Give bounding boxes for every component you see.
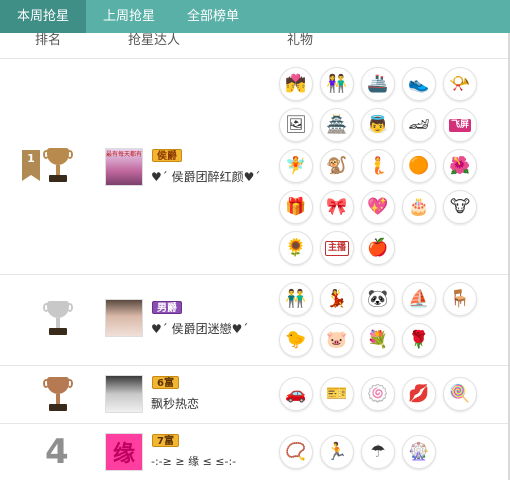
rank-ribbon: 1: [22, 150, 40, 181]
lips-gift-icon[interactable]: 💋: [402, 377, 436, 411]
sports-car-gift-icon[interactable]: 🚗: [279, 377, 313, 411]
ticket-gift-icon[interactable]: 🎫: [320, 377, 354, 411]
avatar-caption: 最有每天都有: [106, 151, 143, 158]
mermaid-gift-icon[interactable]: 🧜: [361, 149, 395, 183]
tab-this-week[interactable]: 本周抢星: [0, 0, 86, 33]
red-chair-gift-icon[interactable]: 🪑: [443, 282, 477, 316]
photo-frame-gift-icon[interactable]: 🖼: [279, 108, 313, 142]
ranking-row: 1 最有每天都有 侯爵 ♥ˊ 侯爵团醉红颜♥ˊ 💏 👫 🚢 👟 📯 🖼 🏯 👼 …: [0, 60, 510, 275]
couple-gift-3-icon[interactable]: 👬: [279, 282, 313, 316]
rose-bunch-gift-icon[interactable]: 💐: [361, 323, 395, 357]
angel-gift-icon[interactable]: 👼: [361, 108, 395, 142]
pavilion-gift-icon[interactable]: 🏯: [320, 108, 354, 142]
sunflower-gift-icon[interactable]: 🌻: [279, 231, 313, 265]
heart-gift-icon[interactable]: 💖: [361, 190, 395, 224]
apple-gift-icon[interactable]: 🍎: [361, 231, 395, 265]
purple-box-gift-icon[interactable]: 🎁: [279, 190, 313, 224]
avatar[interactable]: 缘: [105, 433, 143, 471]
umbrella-gift-icon[interactable]: ☂: [361, 435, 395, 469]
avatar-caption: 缘: [112, 442, 135, 467]
tab-all-rankings[interactable]: 全部榜单: [176, 0, 250, 33]
pig-gift-icon[interactable]: 🐷: [320, 323, 354, 357]
avatar[interactable]: 最有每天都有: [105, 148, 143, 186]
rank-number: 4: [45, 432, 69, 472]
red-rose-gift-icon[interactable]: 🌺: [443, 149, 477, 183]
panda-gift-icon[interactable]: 🐼: [361, 282, 395, 316]
duck-gift-icon[interactable]: 🐤: [279, 323, 313, 357]
cotton-candy-gift-icon[interactable]: 🍥: [361, 377, 395, 411]
cow-doll-gift-icon[interactable]: 🐮: [443, 190, 477, 224]
ranking-tab-bar: 本周抢星 上周抢星 全部榜单: [0, 0, 510, 33]
avatar[interactable]: [105, 299, 143, 337]
orange-ball-gift-icon[interactable]: 🟠: [402, 149, 436, 183]
necklace-gift-icon[interactable]: 📿: [279, 435, 313, 469]
gold-trophy-icon: [43, 148, 73, 184]
horn-gift-icon[interactable]: 📯: [443, 67, 477, 101]
runner-gift-icon[interactable]: 🏃: [320, 435, 354, 469]
avatar[interactable]: [105, 375, 143, 413]
lollipop-gift-icon[interactable]: 🍭: [443, 377, 477, 411]
level-badge: 7富: [152, 434, 179, 447]
username[interactable]: ♥ˊ 侯爵团醉红颜♥ˊ: [151, 168, 260, 185]
level-badge: 侯爵: [152, 149, 182, 162]
signboard-gift-icon[interactable]: 主播: [320, 231, 354, 265]
dancer-gift-icon[interactable]: 💃: [320, 282, 354, 316]
race-car-gift-icon[interactable]: 🏎: [402, 108, 436, 142]
fly-screen-gift-icon[interactable]: 飞屏: [443, 108, 477, 142]
couple-gift-icon[interactable]: 💏: [279, 67, 313, 101]
gifts-column-header: 礼物: [287, 33, 314, 48]
cake-gift-icon[interactable]: 🎂: [402, 190, 436, 224]
boat-gift-icon[interactable]: ⛵: [402, 282, 436, 316]
bronze-trophy-icon: [43, 377, 73, 413]
silver-trophy-icon: [43, 301, 73, 337]
level-badge: 6富: [152, 376, 179, 389]
tank-gift-icon[interactable]: 🚢: [361, 67, 395, 101]
ranking-row: 4 缘 7富 -:-≥ ≥ 缘 ≤ ≤-:- 📿 🏃 ☂ 🎡: [0, 424, 510, 480]
user-column-header: 抢星达人: [128, 33, 181, 48]
bow-gift-icon[interactable]: 🎀: [320, 190, 354, 224]
pinwheel-gift-icon[interactable]: 🎡: [402, 435, 436, 469]
sneaker-gift-icon[interactable]: 👟: [402, 67, 436, 101]
column-header: 排名 抢星达人 礼物: [0, 33, 510, 59]
rose-gift-icon[interactable]: 🌹: [402, 323, 436, 357]
username[interactable]: -:-≥ ≥ 缘 ≤ ≤-:-: [151, 453, 236, 469]
rank-column-header: 排名: [35, 33, 62, 48]
username[interactable]: 飘秒热恋: [151, 395, 199, 412]
ranking-row: 男爵 ♥ˊ 侯爵团迷戀♥ˊ 👬 💃 🐼 ⛵ 🪑 🐤 🐷 💐 🌹: [0, 275, 510, 366]
tab-last-week[interactable]: 上周抢星: [90, 0, 168, 33]
doll-gift-icon[interactable]: 🧚: [279, 149, 313, 183]
monkey-gift-icon[interactable]: 🐒: [320, 149, 354, 183]
level-badge: 男爵: [152, 301, 182, 314]
username[interactable]: ♥ˊ 侯爵团迷戀♥ˊ: [151, 320, 248, 337]
ranking-row: 6富 飘秒热恋 🚗 🎫 🍥 💋 🍭: [0, 366, 510, 424]
couple-gift-2-icon[interactable]: 👫: [320, 67, 354, 101]
